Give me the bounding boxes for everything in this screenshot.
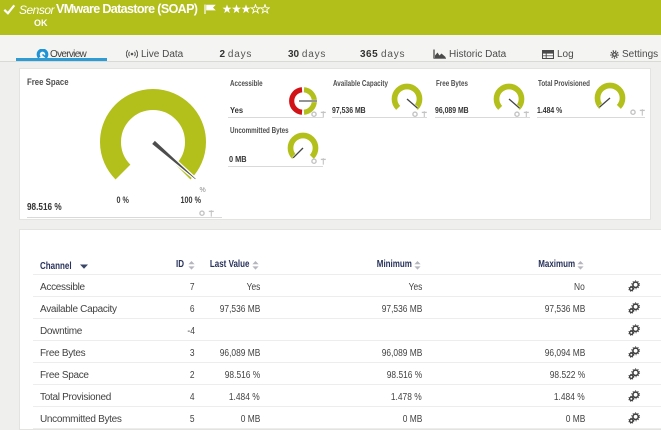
svg-text:%: % (200, 187, 206, 194)
